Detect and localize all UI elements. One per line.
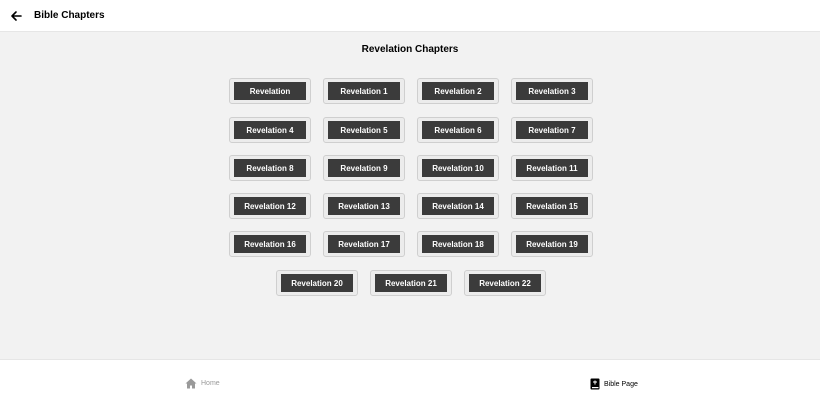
chapter-button[interactable]: Revelation 15 [516, 197, 588, 215]
chapter-cell: Revelation 6 [417, 117, 499, 143]
chapter-button[interactable]: Revelation 10 [422, 159, 494, 177]
chapter-button[interactable]: Revelation 14 [422, 197, 494, 215]
nav-bible-page[interactable]: Bible Page [590, 378, 638, 390]
chapter-cell: Revelation 14 [417, 193, 499, 219]
chapter-cell: Revelation 10 [417, 155, 499, 181]
chapters-grid: Revelation Revelation 1 Revelation 2 Revela… [0, 0, 820, 360]
chapter-button[interactable]: Revelation 1 [328, 82, 400, 100]
chapter-cell: Revelation 18 [417, 231, 499, 257]
chapter-cell: Revelation 16 [229, 231, 311, 257]
chapter-button[interactable]: Revelation 8 [234, 159, 306, 177]
chapter-cell: Revelation 22 [464, 270, 546, 296]
chapter-button[interactable]: Revelation 11 [516, 159, 588, 177]
chapter-button[interactable]: Revelation 4 [234, 121, 306, 139]
chapter-button[interactable]: Revelation 3 [516, 82, 588, 100]
chapter-button[interactable]: Revelation 12 [234, 197, 306, 215]
nav-home-label: Home [201, 380, 220, 387]
chapter-button[interactable]: Revelation [234, 82, 306, 100]
chapter-cell: Revelation 15 [511, 193, 593, 219]
chapter-cell: Revelation 1 [323, 78, 405, 104]
chapter-cell: Revelation 5 [323, 117, 405, 143]
nav-bible-label: Bible Page [604, 380, 638, 388]
chapter-cell: Revelation 9 [323, 155, 405, 181]
chapter-cell: Revelation 7 [511, 117, 593, 143]
chapter-cell: Revelation 13 [323, 193, 405, 219]
chapter-cell: Revelation 20 [276, 270, 358, 296]
chapter-cell: Revelation 17 [323, 231, 405, 257]
chapter-cell: Revelation 8 [229, 155, 311, 181]
chapter-button[interactable]: Revelation 9 [328, 159, 400, 177]
chapter-button[interactable]: Revelation 21 [375, 274, 447, 292]
nav-home[interactable]: Home [185, 378, 220, 389]
chapter-button[interactable]: Revelation 20 [281, 274, 353, 292]
chapter-cell: Revelation 3 [511, 78, 593, 104]
chapter-cell: Revelation [229, 78, 311, 104]
chapter-cell: Revelation 21 [370, 270, 452, 296]
chapter-button[interactable]: Revelation 18 [422, 235, 494, 253]
chapter-button[interactable]: Revelation 13 [328, 197, 400, 215]
bottom-navigation: Home Bible Page [0, 359, 820, 410]
chapter-button[interactable]: Revelation 16 [234, 235, 306, 253]
chapter-button[interactable]: Revelation 7 [516, 121, 588, 139]
chapter-cell: Revelation 2 [417, 78, 499, 104]
chapter-button[interactable]: Revelation 19 [516, 235, 588, 253]
chapter-button[interactable]: Revelation 2 [422, 82, 494, 100]
chapter-button[interactable]: Revelation 5 [328, 121, 400, 139]
chapter-cell: Revelation 11 [511, 155, 593, 181]
chapter-button[interactable]: Revelation 17 [328, 235, 400, 253]
chapter-cell: Revelation 4 [229, 117, 311, 143]
chapter-cell: Revelation 12 [229, 193, 311, 219]
chapter-button[interactable]: Revelation 6 [422, 121, 494, 139]
book-icon [590, 378, 600, 390]
home-icon [185, 378, 197, 389]
chapter-button[interactable]: Revelation 22 [469, 274, 541, 292]
chapter-cell: Revelation 19 [511, 231, 593, 257]
